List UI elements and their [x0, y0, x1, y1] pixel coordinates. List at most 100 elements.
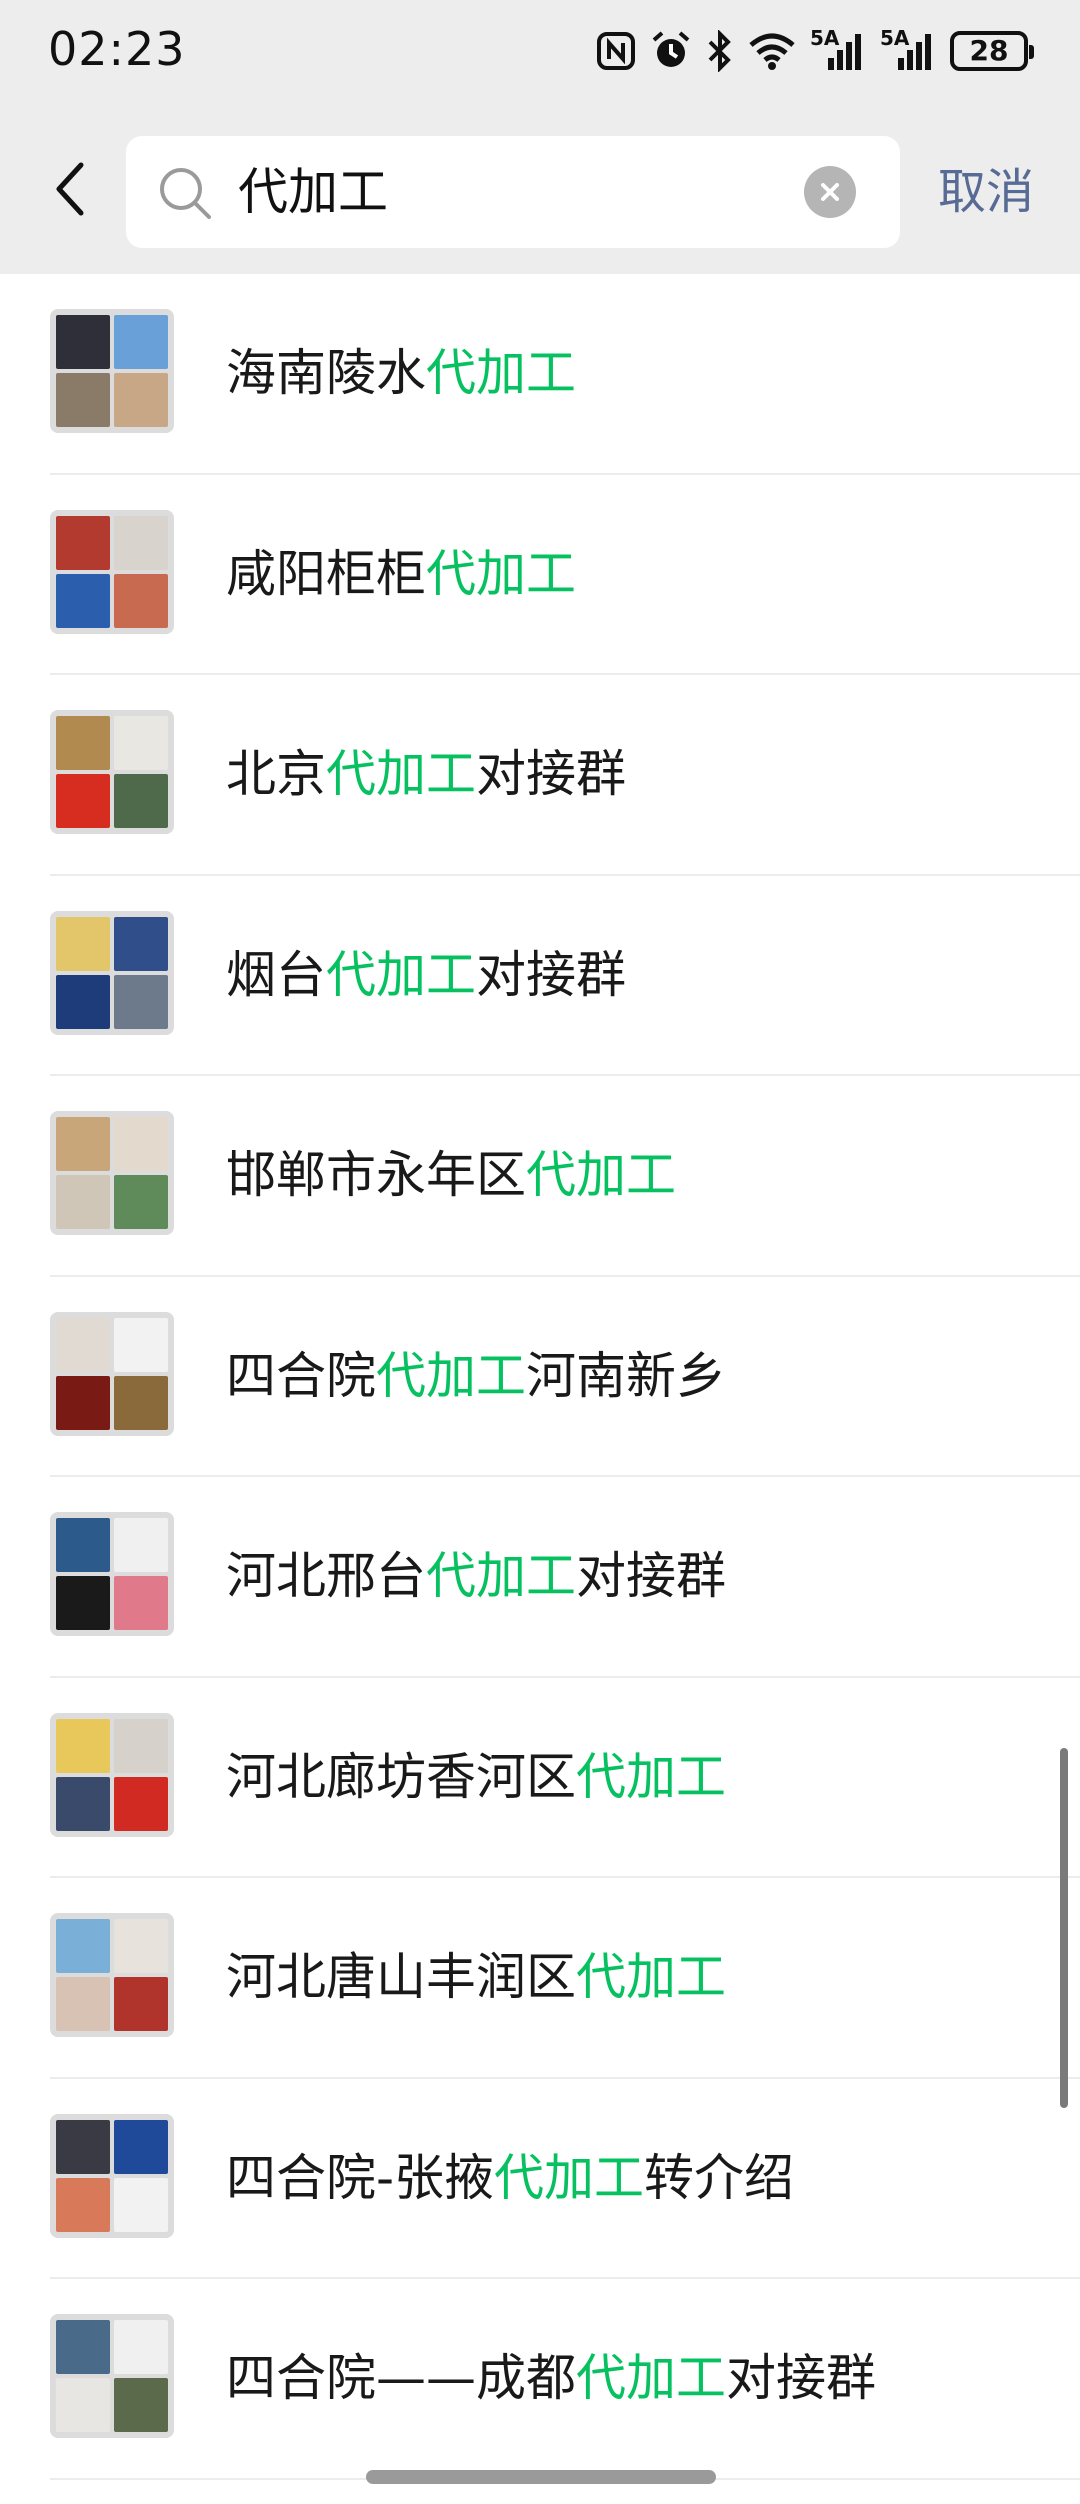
name-prefix: 四合院——成都: [226, 2349, 576, 2407]
avatar-tile: [114, 1576, 168, 1630]
search-input[interactable]: 代加工: [238, 158, 388, 226]
group-avatar: [50, 2314, 174, 2438]
avatar-tile: [114, 716, 168, 770]
result-list: 海南陵水代加工 咸阳柜柜代加工 北京代加工对接群 烟台代加工对接群 邯郸市永年区代加工四…: [0, 274, 1080, 2504]
name-prefix: 咸阳柜柜: [226, 544, 426, 603]
list-item[interactable]: 海南陵水代加工: [0, 274, 1080, 475]
name-prefix: 邯郸市永年区: [226, 1146, 526, 1204]
name-suffix: 对接群: [576, 1547, 726, 1605]
name-prefix: 烟台: [226, 945, 326, 1004]
name-match-highlight: 代加工: [376, 1346, 526, 1405]
name-prefix: 河北邢台: [226, 1547, 426, 1605]
avatar-tile: [114, 1375, 168, 1430]
avatar-tile: [114, 1977, 168, 2031]
list-item[interactable]: 北京代加工对接群: [0, 675, 1080, 876]
list-item[interactable]: 四合院-张掖代加工转介绍: [0, 2079, 1080, 2280]
avatar-tile: [56, 774, 110, 828]
avatar-tile: [56, 1718, 110, 1773]
avatar-tile: [114, 315, 168, 369]
group-avatar: [50, 2113, 174, 2238]
alarm-icon: [650, 30, 692, 72]
avatar-tile: [114, 1518, 168, 1572]
group-avatar: [50, 1311, 174, 1436]
nfc-icon: [596, 31, 636, 71]
list-item[interactable]: 河北廊坊香河区代加工: [0, 1678, 1080, 1879]
avatar-tile: [56, 974, 110, 1029]
name-match-highlight: 代加工: [426, 1547, 576, 1605]
avatar-tile: [114, 1317, 168, 1372]
list-item[interactable]: 烟台代加工对接群: [0, 876, 1080, 1077]
list-item[interactable]: 咸阳柜柜代加工: [0, 475, 1080, 676]
name-prefix: 北京: [226, 745, 326, 803]
avatar-tile: [56, 716, 110, 770]
avatar-tile: [114, 373, 168, 427]
bluetooth-icon: [706, 30, 734, 72]
group-name: 四合院——成都代加工对接群: [226, 2343, 876, 2413]
avatar-tile: [56, 1576, 110, 1630]
group-avatar: [50, 309, 174, 433]
group-name: 北京代加工对接群: [226, 739, 626, 809]
avatar-tile: [56, 315, 110, 369]
list-item[interactable]: 四合院代加工河南新乡: [0, 1277, 1080, 1478]
avatar-tile: [56, 515, 110, 570]
avatar-tile: [56, 916, 110, 971]
avatar-tile: [114, 774, 168, 828]
group-name: 四合院代加工河南新乡: [226, 1341, 726, 1411]
avatar-tile: [114, 1919, 168, 1973]
battery-level: 28: [969, 34, 1009, 67]
avatar-tile: [56, 1518, 110, 1572]
name-prefix: 河北廊坊香河区: [226, 1747, 576, 1806]
avatar-tile: [56, 1317, 110, 1372]
name-suffix: 转介绍: [644, 2148, 795, 2207]
name-match-highlight: 代加工: [526, 1146, 676, 1204]
name-suffix: 对接群: [476, 745, 626, 803]
group-name: 海南陵水代加工: [226, 338, 576, 408]
avatar-tile: [56, 2378, 110, 2432]
cancel-button[interactable]: 取消: [938, 162, 1034, 222]
group-avatar: [50, 1913, 174, 2037]
list-item[interactable]: 河北邢台代加工对接群: [0, 1477, 1080, 1678]
home-indicator[interactable]: [366, 2470, 716, 2484]
avatar-tile: [114, 974, 168, 1029]
avatar-tile: [56, 2119, 110, 2174]
back-button[interactable]: [34, 154, 104, 224]
avatar-tile: [114, 2320, 168, 2374]
avatar-tile: [56, 1977, 110, 2031]
signal-label: 5A: [880, 26, 910, 50]
avatar-tile: [114, 573, 168, 628]
avatar-tile: [56, 2320, 110, 2374]
group-name: 河北廊坊香河区代加工: [226, 1742, 726, 1812]
name-match-highlight: 代加工: [494, 2148, 645, 2207]
avatar-tile: [56, 2177, 110, 2232]
group-name: 邯郸市永年区代加工: [226, 1140, 676, 1210]
name-prefix: 河北唐山丰润区: [226, 1948, 576, 2006]
search-box[interactable]: 代加工: [126, 136, 900, 248]
name-match-highlight: 代加工: [576, 1948, 726, 2006]
avatar-tile: [56, 573, 110, 628]
search-icon: [160, 168, 211, 219]
status-icons: 5A 5A 28: [596, 26, 1034, 74]
name-match-highlight: 代加工: [576, 2349, 726, 2407]
avatar-tile: [114, 2177, 168, 2232]
name-match-highlight: 代加工: [326, 945, 476, 1004]
scrollbar[interactable]: [1060, 1748, 1068, 2108]
name-prefix: 海南陵水: [226, 344, 426, 402]
group-avatar: [50, 710, 174, 834]
list-item[interactable]: 河北唐山丰润区代加工: [0, 1878, 1080, 2079]
chevron-left-icon: [56, 162, 84, 216]
avatar-tile: [56, 1117, 110, 1171]
name-prefix: 四合院-张掖: [226, 2148, 495, 2207]
name-prefix: 四合院: [226, 1346, 376, 1405]
list-item[interactable]: 四合院——成都代加工对接群: [0, 2279, 1080, 2480]
list-item[interactable]: 邯郸市永年区代加工: [0, 1076, 1080, 1277]
name-suffix: 对接群: [476, 945, 626, 1004]
clear-icon[interactable]: [804, 166, 856, 218]
avatar-tile: [114, 916, 168, 971]
avatar-tile: [56, 373, 110, 427]
group-avatar: [50, 1111, 174, 1235]
group-avatar: [50, 910, 174, 1035]
avatar-tile: [56, 1919, 110, 1973]
avatar-tile: [114, 515, 168, 570]
name-match-highlight: 代加工: [576, 1747, 726, 1806]
avatar-tile: [114, 1175, 168, 1229]
